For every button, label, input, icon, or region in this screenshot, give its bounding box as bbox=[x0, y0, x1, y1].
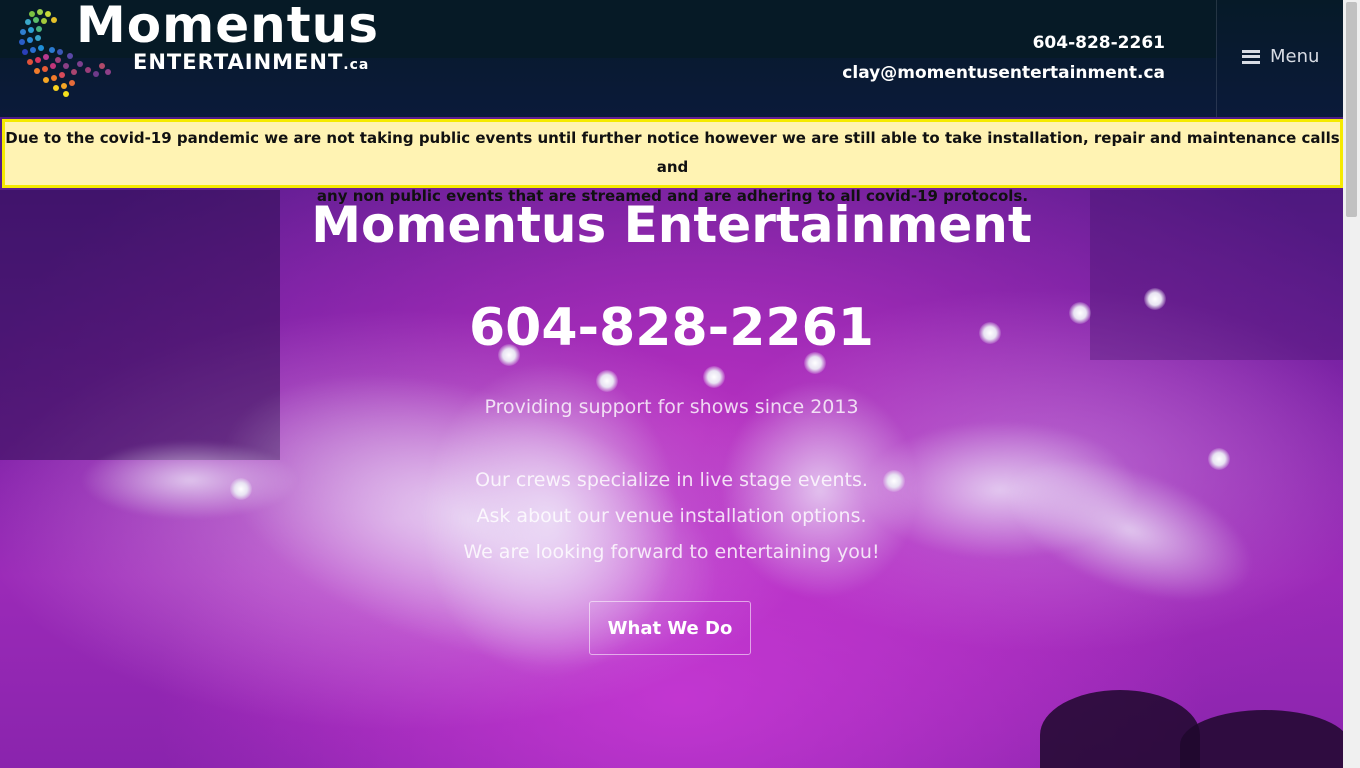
what-we-do-button[interactable]: What We Do bbox=[589, 601, 751, 655]
stage-lamp bbox=[703, 366, 725, 388]
hero-phone[interactable]: 604-828-2261 bbox=[0, 298, 1343, 358]
hamburger-menu-icon bbox=[1242, 49, 1260, 64]
header-contact: 604-828-2261 clay@momentusentertainment.… bbox=[842, 30, 1165, 90]
hero-title: Momentus Entertainment bbox=[311, 196, 1032, 254]
hero-line: Ask about our venue installation options… bbox=[476, 505, 867, 527]
logo-subtitle-text: ENTERTAINMENT bbox=[133, 50, 344, 74]
notice-line-1: Due to the covid-19 pandemic we are not … bbox=[5, 129, 1340, 176]
hero-description: Our crews specialize in live stage event… bbox=[0, 462, 1343, 570]
crowd-silhouette bbox=[1040, 690, 1200, 768]
hero-line: We are looking forward to entertaining y… bbox=[463, 541, 880, 563]
menu-divider bbox=[1216, 0, 1217, 117]
site-header: Momentus ENTERTAINMENT.ca 604-828-2261 c… bbox=[0, 0, 1343, 117]
header-phone-link[interactable]: 604-828-2261 bbox=[842, 30, 1165, 60]
logo-tld: .ca bbox=[343, 57, 370, 73]
menu-label: Menu bbox=[1270, 46, 1320, 67]
site-logo[interactable]: Momentus ENTERTAINMENT.ca bbox=[18, 0, 388, 104]
page-scrollbar[interactable] bbox=[1343, 0, 1360, 768]
menu-button[interactable]: Menu bbox=[1242, 46, 1319, 67]
hero-line: Our crews specialize in live stage event… bbox=[475, 469, 868, 491]
hero-subtitle: Providing support for shows since 2013 bbox=[484, 396, 859, 418]
covid-notice-banner: Due to the covid-19 pandemic we are not … bbox=[2, 119, 1343, 205]
logo-subtitle: ENTERTAINMENT.ca bbox=[133, 50, 369, 74]
header-email-link[interactable]: clay@momentusentertainment.ca bbox=[842, 60, 1165, 90]
page: Momentus ENTERTAINMENT.ca 604-828-2261 c… bbox=[0, 0, 1360, 768]
logo-wordmark: Momentus bbox=[76, 0, 379, 54]
crowd-silhouette bbox=[1180, 710, 1350, 768]
stage-lamp bbox=[596, 370, 618, 392]
scrollbar-thumb[interactable] bbox=[1346, 2, 1357, 217]
